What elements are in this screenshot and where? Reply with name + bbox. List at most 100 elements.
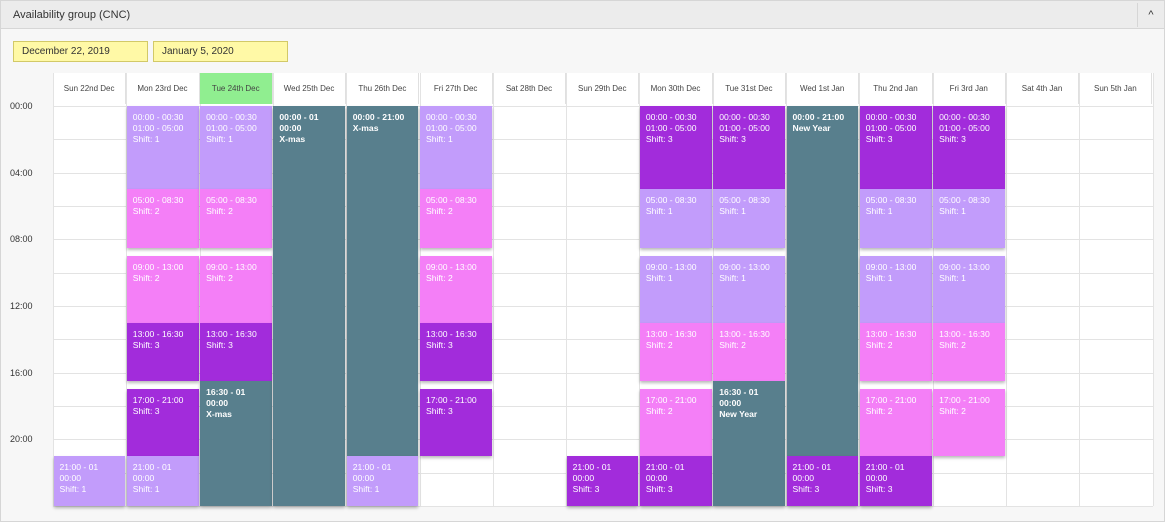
event-text: 01:00 - 05:00: [719, 123, 770, 133]
event-text: 13:00 - 16:30: [939, 328, 990, 339]
shift-event[interactable]: 17:00 - 21:00 Shift: 2: [639, 389, 712, 457]
event-text: 05:00 - 08:30: [939, 195, 990, 206]
start-date-input[interactable]: [13, 41, 148, 62]
day-header[interactable]: Sat 4th Jan: [1006, 73, 1080, 104]
event-text: Shift: 3: [865, 484, 893, 495]
shift-event[interactable]: 21:00 - 01 00:00 Shift: 1: [53, 456, 126, 506]
day-header[interactable]: Tue 24th Dec: [199, 73, 273, 104]
shift-event[interactable]: 00:00 - 21:00 X-mas: [346, 106, 419, 457]
event-text: Shift: 2: [645, 339, 673, 350]
event-text: Shift: 1: [645, 206, 673, 217]
day-header[interactable]: Sun 29th Dec: [566, 73, 640, 104]
event-text: 13:00 - 16:30: [865, 328, 917, 339]
event-text: New Year: [719, 409, 758, 420]
shift-event[interactable]: 00:00 - 00:30 01:00 - 05:00 Shift: 3: [859, 106, 932, 190]
shift-event[interactable]: 09:00 - 13:00 Shift: 1: [859, 256, 932, 323]
day-header[interactable]: Sun 5th Jan: [1079, 73, 1153, 104]
event-text: Shift: 2: [132, 206, 160, 217]
shift-event[interactable]: 21:00 - 01 00:00 Shift: 3: [566, 456, 639, 506]
event-text: Shift: 1: [865, 273, 893, 284]
event-text: Shift: 1: [719, 206, 746, 217]
event-text: Shift: 2: [865, 406, 893, 417]
event-text: Shift: 2: [719, 339, 746, 350]
end-date-input[interactable]: [153, 41, 288, 62]
event-text: Shift: 1: [939, 273, 966, 284]
event-text: 09:00 - 13:00: [426, 262, 477, 273]
time-label: 16:00: [10, 367, 33, 378]
shift-event[interactable]: 00:00 - 01 00:00 X-mas: [273, 106, 346, 506]
shift-event[interactable]: 13:00 - 16:30 Shift: 2: [713, 322, 785, 382]
shift-event[interactable]: 00:00 - 00:30 01:00 - 05:00 Shift: 3: [933, 106, 1005, 190]
time-label: 04:00: [10, 167, 33, 178]
shift-event[interactable]: 17:00 - 21:00 Shift: 3: [420, 389, 492, 457]
shift-event[interactable]: 00:00 - 00:30 01:00 - 05:00 Shift: 3: [713, 106, 785, 190]
shift-event[interactable]: 00:00 - 21:00 New Year: [786, 106, 859, 457]
day-header[interactable]: Tue 31st Dec: [713, 73, 786, 104]
day-header[interactable]: Thu 2nd Jan: [859, 73, 933, 104]
shift-event[interactable]: 09:00 - 13:00 Shift: 1: [713, 256, 785, 323]
day-header[interactable]: Wed 1st Jan: [786, 73, 860, 104]
day-header[interactable]: Mon 23rd Dec: [126, 73, 200, 104]
event-text: Shift: 3: [132, 406, 160, 417]
grid-vline: [492, 73, 494, 506]
event-text: 09:00 - 13:00: [206, 262, 257, 273]
shift-event[interactable]: 00:00 - 00:30 01:00 - 05:00 Shift: 3: [639, 106, 712, 190]
shift-event[interactable]: 13:00 - 16:30 Shift: 3: [126, 322, 199, 382]
shift-event[interactable]: 05:00 - 08:30 Shift: 2: [126, 189, 199, 248]
event-text: Shift: 3: [792, 484, 820, 495]
collapse-button[interactable]: ^: [1137, 3, 1164, 27]
shift-event[interactable]: 00:00 - 00:30 01:00 - 05:00 Shift: 1: [126, 106, 199, 190]
shift-event[interactable]: 13:00 - 16:30 Shift: 2: [639, 322, 712, 382]
shift-event[interactable]: 13:00 - 16:30 Shift: 3: [420, 322, 492, 382]
day-header[interactable]: Fri 3rd Jan: [933, 73, 1006, 104]
event-text: Shift: 1: [352, 484, 380, 495]
event-text: 21:00 - 01: [132, 462, 172, 473]
event-text: 13:00 - 16:30: [132, 328, 184, 339]
event-text: 00:00: [865, 473, 888, 484]
day-header[interactable]: Sun 22nd Dec: [53, 73, 127, 104]
shift-event[interactable]: 13:00 - 16:30 Shift: 3: [200, 322, 272, 382]
shift-event[interactable]: 09:00 - 13:00 Shift: 2: [420, 256, 492, 323]
shift-event[interactable]: 05:00 - 08:30 Shift: 2: [420, 189, 492, 248]
shift-event[interactable]: 17:00 - 21:00 Shift: 2: [859, 389, 932, 457]
event-text: 00:00: [59, 473, 82, 484]
day-header[interactable]: Thu 26th Dec: [346, 73, 420, 104]
shift-event[interactable]: 21:00 - 01 00:00 Shift: 3: [859, 456, 932, 506]
shift-event[interactable]: 17:00 - 21:00 Shift: 2: [933, 389, 1005, 457]
shift-event[interactable]: 00:00 - 00:30 01:00 - 05:00 Shift: 1: [420, 106, 492, 190]
event-text: 21:00 - 01: [572, 462, 612, 473]
shift-event[interactable]: 09:00 - 13:00 Shift: 2: [200, 256, 272, 323]
event-text: Shift: 3: [939, 134, 966, 144]
event-text: Shift: 1: [719, 273, 746, 284]
event-text: Shift: 3: [426, 406, 453, 417]
shift-event[interactable]: 05:00 - 08:30 Shift: 1: [859, 189, 932, 248]
shift-event[interactable]: 16:30 - 01 00:00 X-mas: [200, 381, 272, 506]
shift-event[interactable]: 17:00 - 21:00 Shift: 3: [126, 389, 199, 457]
shift-event[interactable]: 13:00 - 16:30 Shift: 2: [933, 322, 1005, 382]
shift-event[interactable]: 16:30 - 01 00:00 New Year: [713, 381, 785, 506]
day-header[interactable]: Wed 25th Dec: [273, 73, 347, 104]
shift-event[interactable]: 13:00 - 16:30 Shift: 2: [859, 322, 932, 382]
shift-event[interactable]: 00:00 - 00:30 01:00 - 05:00 Shift: 1: [200, 106, 272, 190]
day-header[interactable]: Sat 28th Dec: [493, 73, 567, 104]
shift-event[interactable]: 05:00 - 08:30 Shift: 1: [933, 189, 1005, 248]
shift-event[interactable]: 09:00 - 13:00 Shift: 2: [126, 256, 199, 323]
shift-event[interactable]: 05:00 - 08:30 Shift: 2: [200, 189, 272, 248]
shift-event[interactable]: 05:00 - 08:30 Shift: 1: [639, 189, 712, 248]
event-text: 21:00 - 01: [865, 462, 905, 473]
event-text: Shift: 2: [865, 339, 893, 350]
shift-event[interactable]: 21:00 - 01 00:00 Shift: 3: [786, 456, 859, 506]
shift-event[interactable]: 09:00 - 13:00 Shift: 1: [933, 256, 1005, 323]
event-text: 01:00 - 05:00: [426, 123, 477, 133]
shift-event[interactable]: 21:00 - 01 00:00 Shift: 1: [346, 456, 419, 506]
grid-vline: [53, 73, 54, 506]
day-header[interactable]: Fri 27th Dec: [420, 73, 493, 104]
event-text: 05:00 - 08:30: [132, 195, 184, 206]
shift-event[interactable]: 21:00 - 01 00:00 Shift: 3: [639, 456, 712, 506]
day-header[interactable]: Mon 30th Dec: [639, 73, 713, 104]
shift-event[interactable]: 09:00 - 13:00 Shift: 1: [639, 256, 712, 323]
shift-event[interactable]: 05:00 - 08:30 Shift: 1: [713, 189, 785, 248]
shift-event[interactable]: 21:00 - 01 00:00 Shift: 1: [126, 456, 199, 506]
event-text: X-mas: [206, 409, 232, 420]
event-text: 05:00 - 08:30: [865, 195, 917, 206]
